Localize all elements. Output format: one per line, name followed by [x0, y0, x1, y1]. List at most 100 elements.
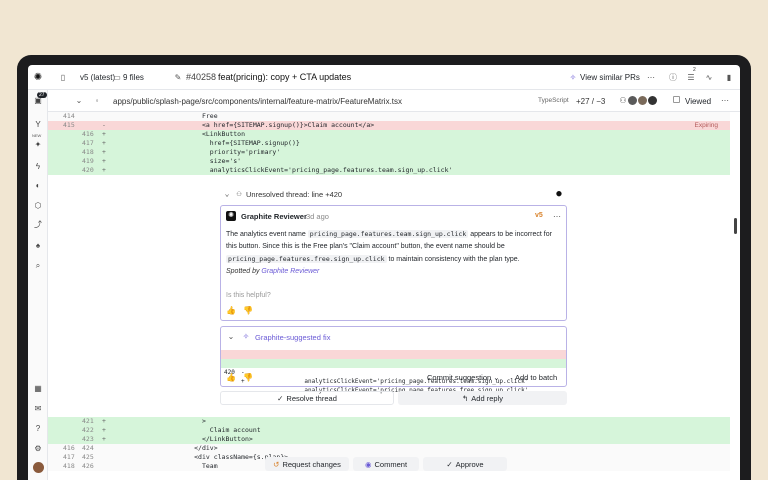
- more-icon[interactable]: ⋯: [646, 73, 656, 83]
- code-line[interactable]: 416 + <LinkButton: [48, 130, 730, 139]
- thumbs-up-icon[interactable]: 👍: [226, 306, 236, 316]
- inline-code: pricing_page.features.free.sign_up.click: [226, 255, 387, 263]
- reviewer-avatar: [628, 96, 637, 105]
- notifications-icon[interactable]: ☰: [686, 73, 696, 83]
- diff-sign: +: [102, 435, 106, 443]
- code-line[interactable]: 416 424 </div>: [48, 444, 730, 453]
- diff-sign: +: [102, 148, 106, 156]
- info-icon[interactable]: ⓘ: [668, 73, 678, 83]
- comment-body: The analytics event name pricing_page.fe…: [226, 230, 552, 263]
- reviewer-avatar: [648, 96, 657, 105]
- files-count[interactable]: 9 files: [123, 73, 144, 82]
- chevron-down-icon[interactable]: ⌄: [226, 332, 236, 342]
- graphite-logo-icon: ✺: [33, 72, 43, 83]
- fix-del-row: 420 - analyticsClickEvent='pricing_page.…: [221, 350, 566, 385]
- code-line[interactable]: 417 + href={SITEMAP.signup()}: [48, 139, 730, 148]
- comment-more-icon[interactable]: ⋯: [552, 212, 562, 222]
- top-bar: ✺ ▯ v5 (latest) ▭ 9 files ✎ #40258 feat(…: [28, 65, 740, 90]
- bug-icon[interactable]: ♠: [33, 241, 43, 251]
- sparkle-icon: ✧: [242, 332, 250, 341]
- reviewer-logo-icon: ✺: [226, 211, 236, 221]
- mail-icon[interactable]: ✉: [33, 404, 43, 414]
- sidebar-toggle-icon[interactable]: ▯: [58, 73, 68, 83]
- diff-sign: +: [102, 157, 106, 165]
- notification-count: 2: [693, 67, 696, 73]
- search-icon[interactable]: ⌕: [33, 261, 43, 271]
- line-number: 418: [63, 462, 75, 470]
- thumbs-down-icon[interactable]: 👎: [243, 373, 253, 383]
- thumbs-down-icon[interactable]: 👎: [243, 306, 253, 316]
- code-line[interactable]: 422 + Claim account: [48, 426, 730, 435]
- resolve-thread-button[interactable]: ✓ Resolve thread: [220, 391, 394, 405]
- sparkle-nav-icon[interactable]: ✦: [33, 140, 43, 150]
- diff-view: 414 Free 415- <a href={SITEMAP.signup()}>…: [48, 112, 740, 480]
- check-icon: ✓: [277, 393, 284, 403]
- line-number: 421: [82, 417, 94, 425]
- contrast-icon[interactable]: ◐: [33, 181, 43, 191]
- spotted-by: Spotted by Graphite Reviewer: [226, 268, 320, 275]
- diff-sign: +: [102, 417, 106, 425]
- file-path[interactable]: apps/public/splash-page/src/components/i…: [113, 97, 402, 106]
- check-icon: ✓: [446, 459, 453, 469]
- edit-icon: ✎: [174, 73, 182, 82]
- chart-icon[interactable]: ⤴: [33, 220, 43, 230]
- code-text: <LinkButton: [155, 130, 246, 138]
- reviewer-avatar: [638, 96, 647, 105]
- expiring-label: Expiring: [694, 122, 718, 129]
- reviewers-icon: ⚇: [619, 96, 627, 105]
- code-line[interactable]: 423 + </LinkButton>: [48, 435, 730, 444]
- file-more-icon[interactable]: ⋯: [720, 96, 730, 106]
- code-line[interactable]: 419 + size='s': [48, 157, 730, 166]
- lightning-icon[interactable]: ϟ: [33, 162, 43, 172]
- pr-title: feat(pricing): copy + CTA updates: [218, 72, 352, 82]
- comment-button[interactable]: ◉ Comment: [353, 457, 419, 471]
- checkbox-icon[interactable]: [673, 96, 680, 103]
- code-line[interactable]: 415 - <a href={SITEMAP.signup()}>Claim ac…: [48, 121, 730, 130]
- comment-icon: ◉: [364, 459, 372, 469]
- collapse-icon[interactable]: ⌄: [74, 96, 84, 106]
- code-text: </LinkButton>: [155, 435, 253, 443]
- code-text: >: [155, 417, 206, 425]
- add-reply-button[interactable]: ↰ Add reply: [398, 391, 567, 405]
- comment-card: ✺ Graphite Reviewer 3d ago v5 ⋯ The anal…: [220, 205, 567, 321]
- add-to-batch-button[interactable]: Add to batch: [515, 373, 557, 382]
- request-changes-button[interactable]: ↺ Request changes: [265, 457, 349, 471]
- thread-status-icon[interactable]: ●: [554, 189, 564, 199]
- fix-add-row: 420 + analyticsClickEvent='pricing_page.…: [221, 359, 566, 394]
- scrollbar[interactable]: [734, 218, 737, 234]
- thread-icon: ⚇: [236, 189, 242, 198]
- approve-button[interactable]: ✓ Approve: [423, 457, 507, 471]
- line-number: 419: [82, 157, 94, 165]
- package-icon[interactable]: ⬡: [33, 201, 43, 211]
- panel-icon[interactable]: ▮: [724, 73, 734, 83]
- code-line[interactable]: 421 + >: [48, 417, 730, 426]
- line-number: 414: [63, 112, 75, 120]
- merge-icon[interactable]: Y: [33, 120, 43, 130]
- diff-sign: +: [102, 426, 106, 434]
- commit-suggestion-button[interactable]: Commit suggestion ⌄: [427, 373, 500, 382]
- viewed-label[interactable]: Viewed: [685, 97, 711, 106]
- files-icon: ▭: [113, 73, 121, 82]
- chevron-down-icon[interactable]: ⌄: [222, 189, 232, 199]
- line-number: 417: [82, 139, 94, 147]
- code-line[interactable]: 418 + priority='primary': [48, 148, 730, 157]
- sparkle-icon: ✧: [569, 73, 577, 82]
- settings-icon[interactable]: ⚙: [33, 444, 43, 454]
- apps-icon[interactable]: ▦: [33, 384, 43, 394]
- code-line[interactable]: 414 Free: [48, 112, 730, 121]
- line-number: 415: [63, 121, 75, 129]
- code-text: priority='primary': [155, 148, 281, 156]
- view-similar-button[interactable]: View similar PRs: [580, 73, 640, 82]
- line-number: 422: [82, 426, 94, 434]
- diff-sign: +: [102, 130, 106, 138]
- line-number: 416: [63, 444, 75, 452]
- code-text: analyticsClickEvent='pricing_page.featur…: [155, 166, 453, 174]
- code-line[interactable]: 420 + analyticsClickEvent='pricing_page.f…: [48, 166, 730, 175]
- avatar[interactable]: [33, 462, 44, 473]
- version-selector[interactable]: v5 (latest): [80, 73, 115, 82]
- activity-icon[interactable]: ∿: [704, 73, 714, 83]
- spotted-link[interactable]: Graphite Reviewer: [261, 268, 319, 275]
- thumbs-up-icon[interactable]: 👍: [226, 373, 236, 383]
- comment-author[interactable]: Graphite Reviewer: [241, 212, 307, 221]
- help-icon[interactable]: ?: [33, 424, 43, 434]
